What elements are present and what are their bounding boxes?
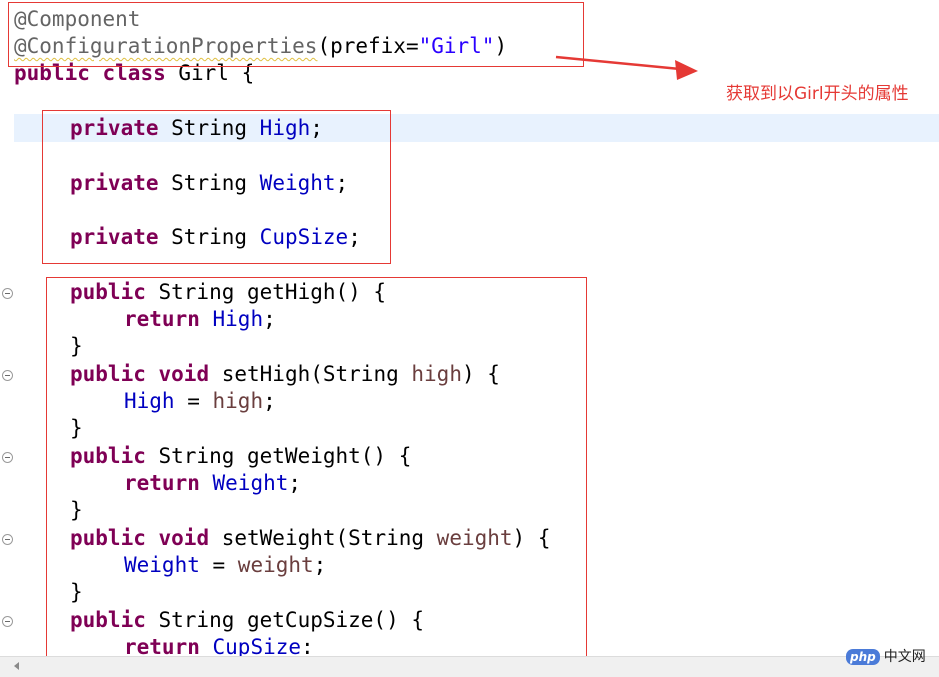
- watermark: php 中文网: [846, 646, 926, 666]
- horizontal-scrollbar[interactable]: [0, 656, 939, 677]
- code-editor[interactable]: @Component @ConfigurationProperties(pref…: [0, 0, 939, 677]
- annotation-note: 获取到以Girl开头的属性: [726, 84, 909, 104]
- php-logo-icon: php: [846, 649, 880, 665]
- scroll-left-icon[interactable]: [14, 662, 19, 670]
- watermark-text: 中文网: [883, 649, 926, 665]
